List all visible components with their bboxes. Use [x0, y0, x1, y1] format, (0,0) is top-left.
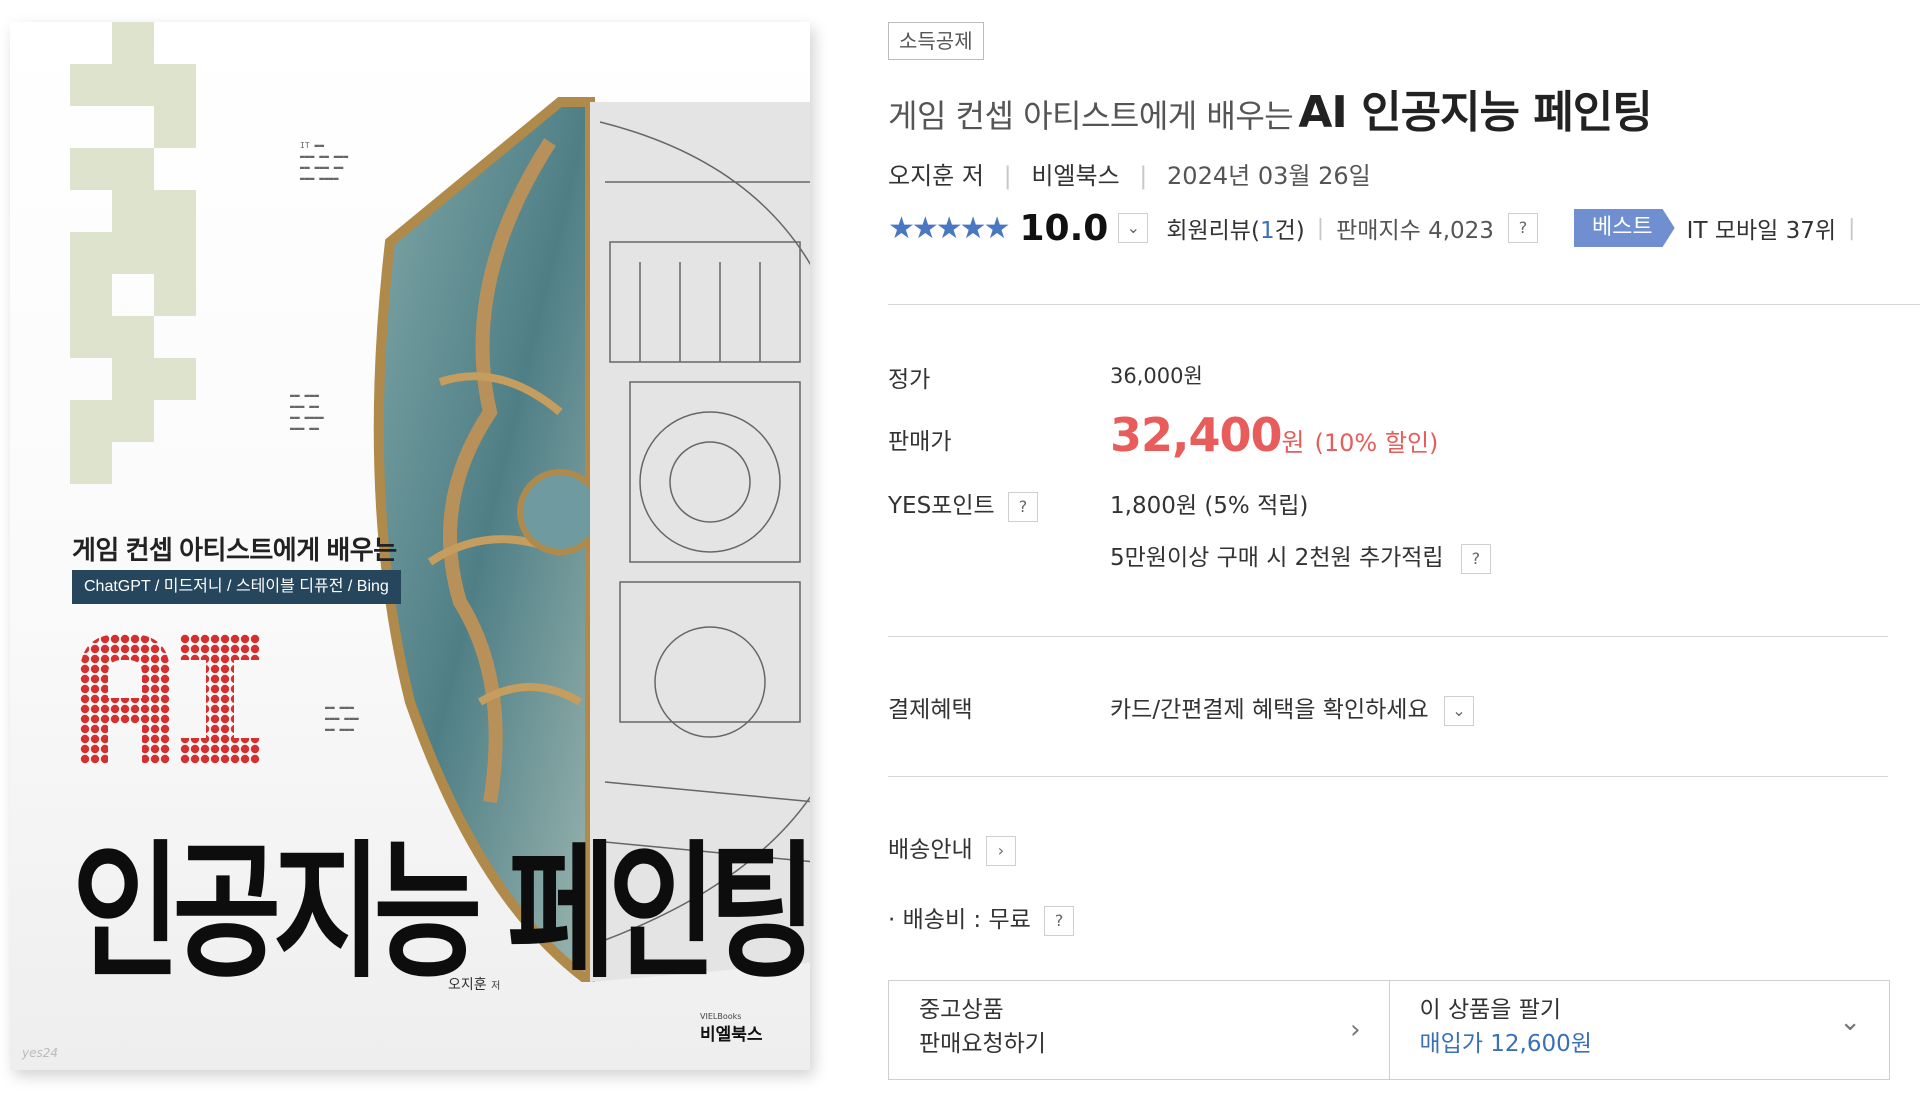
used-product-request-button[interactable]: 중고상품 판매요청하기 › [889, 981, 1389, 1079]
payment-benefit-text: 카드/간편결제 혜택을 확인하세요 [1110, 697, 1429, 723]
product-info: 소득공제 게임 컨셉 아티스트에게 배우는 AI 인공지능 페인팅 오지훈 저 … [888, 0, 1920, 1100]
meta-divider: | [1316, 215, 1325, 241]
cover-tag: ChatGPT / 미드저니 / 스테이블 디퓨전 / Bing [72, 570, 401, 604]
list-price-value: 36,000원 [1110, 364, 1203, 388]
payment-benefit-label: 결제혜택 [888, 697, 973, 723]
cover-title: 인공지능 페인팅 [72, 825, 810, 999]
payment-benefit[interactable]: 카드/간편결제 혜택을 확인하세요 ⌄ [1110, 690, 1474, 726]
delivery-label: 배송안내 [888, 837, 973, 863]
rating-row: ★★★★★ 10.0 ⌄ 회원리뷰(1건) | 판매지수 4,023 ? 베스트… [888, 207, 1867, 249]
rating-score: 10.0 [1019, 207, 1109, 249]
bullet: · [888, 907, 896, 933]
rating-dropdown-icon[interactable]: ⌄ [1118, 213, 1149, 243]
cover-ai-logo [80, 634, 260, 764]
title-main: AI 인공지능 페인팅 [1298, 87, 1652, 138]
best-rank-link[interactable]: IT 모바일 37위 [1687, 211, 1836, 245]
list-price-label: 정가 [888, 367, 931, 393]
tax-deduction-badge: 소득공제 [888, 22, 984, 60]
cover-author: 오지훈 저 [448, 974, 500, 994]
sales-index: 판매지수 4,023 [1336, 218, 1494, 244]
meta-divider: | [1848, 215, 1856, 241]
cover-sketch-notes: ▬▬ ▬▬▬ ▬▬▬ ▬▬ ▬▬ ▬▬▬▬ ▬▬▬ ▬▬ [290, 391, 324, 433]
yes-point-value: 1,800원 (5% 적립) [1110, 493, 1309, 519]
sale-price-value: 32,400 [1110, 408, 1283, 462]
used-line2: 판매요청하기 [919, 1031, 1046, 1057]
payment-dropdown-icon[interactable]: ⌄ [1443, 695, 1474, 726]
delivery-fee-text: 배송비 : 무료 [902, 907, 1031, 933]
buyback-price: 매입가 12,600원 [1419, 1031, 1592, 1057]
book-cover[interactable]: IT ▬▬ ▬▬▬ ▬▬ ▬▬▬ ▬▬ ▬▬▬ ▬▬ ▬▬▬ ▬▬▬▬ ▬▬ ▬▬▬ ▬… [10, 22, 810, 1070]
sell-line1: 이 상품을 팔기 [1419, 997, 1562, 1023]
sale-price-unit: 원 [1281, 428, 1305, 457]
chevron-down-icon: ⌄ [1839, 1007, 1861, 1037]
sale-price-label: 판매가 [888, 429, 952, 455]
author-link[interactable]: 오지훈 저 [888, 162, 984, 190]
cover-watermark: yes24 [22, 1046, 59, 1060]
delivery-info[interactable]: 배송안내 › [888, 830, 1016, 866]
cover-author-suffix: 저 [491, 981, 501, 992]
extra-point-text: 5만원이상 구매 시 2천원 추가적립 [1110, 545, 1444, 571]
extra-point-help-icon[interactable]: ? [1460, 543, 1491, 574]
title-prefix: 게임 컨셉 아티스트에게 배우는 [888, 97, 1294, 135]
discount-rate: (10% 할인) [1314, 429, 1439, 457]
divider [888, 636, 1888, 637]
divider [888, 304, 1920, 305]
cover-sketch-notes: ▬▬ ▬▬▬ ▬▬▬ ▬▬▬ ▬▬ ▬▬▬ [325, 703, 359, 734]
used-line1: 중고상품 [919, 997, 1004, 1023]
delivery-fee: · 배송비 : 무료 ? [888, 900, 1075, 936]
best-tag: 베스트 [1573, 209, 1675, 247]
cover-publisher: 비엘북스 [700, 1025, 763, 1045]
cover-sketch-notes: IT ▬▬ ▬▬▬ ▬▬ ▬▬▬ ▬▬ ▬▬▬ ▬▬ ▬▬▬ ▬▬▬▬ [300, 141, 349, 183]
member-review-link[interactable]: 회원리뷰(1건) [1166, 211, 1304, 245]
review-label: 회원리뷰( [1166, 218, 1260, 244]
publish-date: 2024년 03월 26일 [1167, 162, 1371, 190]
extra-point: 5만원이상 구매 시 2천원 추가적립 ? [1110, 538, 1491, 574]
divider [888, 776, 1888, 777]
used-sell-box: 중고상품 판매요청하기 › 이 상품을 팔기 매입가 12,600원 ⌄ [888, 980, 1890, 1080]
sell-this-product-button[interactable]: 이 상품을 팔기 매입가 12,600원 ⌄ [1388, 981, 1890, 1079]
yes-point-label: YES포인트 ? [888, 486, 1038, 522]
product-title: 게임 컨셉 아티스트에게 배우는 AI 인공지능 페인팅 [888, 76, 1653, 140]
chevron-right-icon[interactable]: › [985, 835, 1016, 866]
delivery-fee-help-icon[interactable]: ? [1044, 905, 1075, 936]
yes-point-help-icon[interactable]: ? [1007, 491, 1038, 522]
cover-subtitle: 게임 컨셉 아티스트에게 배우는 [72, 535, 397, 565]
publisher-link[interactable]: 비엘북스 [1031, 162, 1119, 190]
product-meta: 오지훈 저 | 비엘북스 | 2024년 03월 26일 [888, 156, 1371, 191]
review-suffix: 건) [1274, 218, 1305, 244]
yes-point-text: YES포인트 [888, 493, 995, 519]
cover-author-name: 오지훈 [448, 977, 487, 993]
star-rating-icon: ★★★★★ [888, 210, 1010, 246]
meta-divider: | [1139, 162, 1148, 190]
meta-divider: | [1003, 162, 1012, 190]
chevron-right-icon: › [1350, 1015, 1361, 1045]
sales-index-help-icon[interactable]: ? [1507, 213, 1538, 243]
sale-price: 32,400원 (10% 할인) [1110, 408, 1438, 462]
review-count: 1 [1259, 218, 1275, 244]
